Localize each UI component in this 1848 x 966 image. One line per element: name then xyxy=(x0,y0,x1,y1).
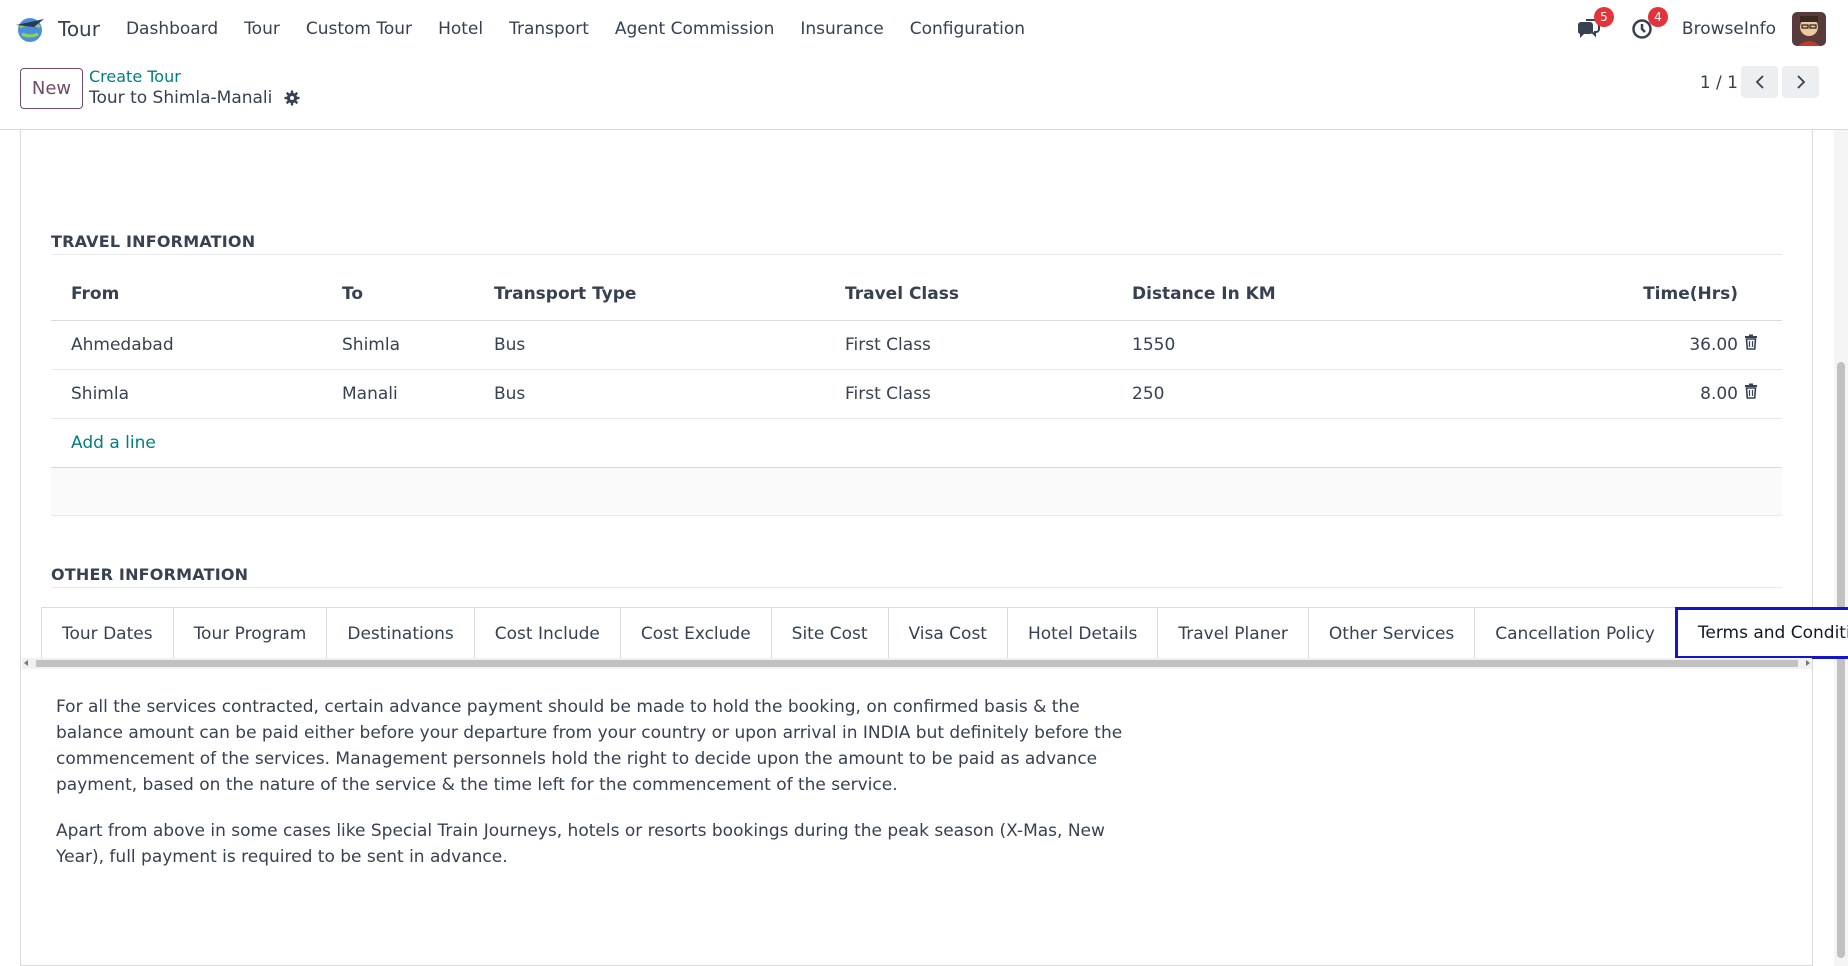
table-row[interactable]: Ahmedabad Shimla Bus First Class 1550 36… xyxy=(51,320,1782,370)
top-navbar: Tour Dashboard Tour Custom Tour Hotel Tr… xyxy=(0,0,1848,58)
menu-hotel[interactable]: Hotel xyxy=(438,19,483,39)
gear-icon[interactable] xyxy=(284,90,300,106)
new-button[interactable]: New xyxy=(20,68,83,109)
app-name[interactable]: Tour xyxy=(58,17,100,41)
scroll-left-arrow-icon[interactable] xyxy=(24,660,28,666)
cell-travel-class[interactable]: First Class xyxy=(825,369,1112,419)
activities-button[interactable]: 4 xyxy=(1628,7,1668,43)
menu-dashboard[interactable]: Dashboard xyxy=(126,19,218,39)
messages-badge: 5 xyxy=(1593,7,1614,27)
cell-from[interactable]: Shimla xyxy=(51,369,322,419)
trash-icon xyxy=(1745,334,1757,350)
cell-transport-type[interactable]: Bus xyxy=(474,320,825,370)
record-title: Tour to Shimla-Manali xyxy=(89,88,273,108)
notebook-tabs: Tour Dates Tour Program Destinations Cos… xyxy=(41,607,1848,659)
tab-tour-dates[interactable]: Tour Dates xyxy=(41,607,174,659)
company-switcher[interactable]: BrowseInfo xyxy=(1682,19,1776,39)
travel-lines-table: From To Transport Type Travel Class Dist… xyxy=(51,268,1782,516)
vertical-scrollbar-thumb[interactable] xyxy=(1837,362,1845,958)
terms-and-conditions-content[interactable]: For all the services contracted, certain… xyxy=(56,694,1136,890)
pager-previous-button[interactable] xyxy=(1741,66,1778,98)
tab-travel-planer[interactable]: Travel Planer xyxy=(1157,607,1309,659)
menu-configuration[interactable]: Configuration xyxy=(910,19,1025,39)
tab-visa-cost[interactable]: Visa Cost xyxy=(887,607,1008,659)
section-divider xyxy=(51,254,1782,255)
column-header-travel-class[interactable]: Travel Class xyxy=(825,268,1112,321)
menu-custom-tour[interactable]: Custom Tour xyxy=(306,19,412,39)
tab-other-services[interactable]: Other Services xyxy=(1307,607,1476,659)
tab-site-cost[interactable]: Site Cost xyxy=(770,607,889,659)
menu-tour[interactable]: Tour xyxy=(244,19,280,39)
cell-transport-type[interactable]: Bus xyxy=(474,369,825,419)
cell-to[interactable]: Manali xyxy=(322,369,474,419)
column-header-from[interactable]: From xyxy=(51,268,322,321)
column-header-actions xyxy=(1744,268,1782,321)
main-menu: Dashboard Tour Custom Tour Hotel Transpo… xyxy=(126,19,1051,39)
column-header-transport-type[interactable]: Transport Type xyxy=(474,268,825,321)
cell-distance[interactable]: 250 xyxy=(1112,369,1442,419)
other-information-title: OTHER INFORMATION xyxy=(51,565,249,584)
tab-cost-include[interactable]: Cost Include xyxy=(473,607,621,659)
table-header-row: From To Transport Type Travel Class Dist… xyxy=(51,268,1782,321)
cell-time[interactable]: 36.00 xyxy=(1442,320,1744,370)
column-header-to[interactable]: To xyxy=(322,268,474,321)
tab-destinations[interactable]: Destinations xyxy=(326,607,475,659)
pager-next-button[interactable] xyxy=(1782,66,1819,98)
tabs-horizontal-scrollbar[interactable] xyxy=(22,658,1812,669)
messages-button[interactable]: 5 xyxy=(1574,7,1614,43)
cell-to[interactable]: Shimla xyxy=(322,320,474,370)
menu-agent-commission[interactable]: Agent Commission xyxy=(615,19,774,39)
activities-badge: 4 xyxy=(1647,7,1668,27)
tab-hotel-details[interactable]: Hotel Details xyxy=(1006,607,1159,659)
tab-cost-exclude[interactable]: Cost Exclude xyxy=(619,607,772,659)
delete-row-button[interactable] xyxy=(1744,320,1782,370)
breadcrumb-parent[interactable]: Create Tour xyxy=(89,67,181,86)
empty-row xyxy=(51,467,1782,516)
tabs-scrollbar-thumb[interactable] xyxy=(36,660,1798,667)
tab-cancellation-policy[interactable]: Cancellation Policy xyxy=(1474,607,1676,659)
add-line-cell: Add a line xyxy=(51,418,1782,468)
cell-time[interactable]: 8.00 xyxy=(1442,369,1744,419)
trash-icon xyxy=(1745,383,1757,399)
pager-value[interactable]: 1 / 1 xyxy=(1700,73,1738,93)
section-divider xyxy=(51,587,1782,588)
chevron-right-icon xyxy=(1796,75,1805,89)
tab-terms-and-conditions[interactable]: Terms and Conditions xyxy=(1674,607,1848,659)
menu-insurance[interactable]: Insurance xyxy=(800,19,883,39)
add-line-row: Add a line xyxy=(51,418,1782,468)
menu-transport[interactable]: Transport xyxy=(509,19,589,39)
user-avatar[interactable] xyxy=(1792,12,1826,46)
tab-tour-program[interactable]: Tour Program xyxy=(172,607,328,659)
delete-row-button[interactable] xyxy=(1744,369,1782,419)
terms-paragraph: For all the services contracted, certain… xyxy=(56,697,1123,795)
tour-app-icon[interactable] xyxy=(14,13,46,45)
cell-travel-class[interactable]: First Class xyxy=(825,320,1112,370)
terms-paragraph: Apart from above in some cases like Spec… xyxy=(56,821,1105,867)
chevron-left-icon xyxy=(1755,75,1764,89)
column-header-time[interactable]: Time(Hrs) xyxy=(1442,268,1744,321)
breadcrumb-current: Tour to Shimla-Manali xyxy=(89,88,300,108)
empty-cell xyxy=(51,467,1782,516)
add-a-line-link[interactable]: Add a line xyxy=(71,433,156,453)
navbar-systray: 5 4 BrowseInfo xyxy=(1574,0,1826,58)
column-header-distance[interactable]: Distance In KM xyxy=(1112,268,1442,321)
cell-from[interactable]: Ahmedabad xyxy=(51,320,322,370)
travel-information-title: TRAVEL INFORMATION xyxy=(51,232,256,251)
control-panel: New Create Tour Tour to Shimla-Manali 1 … xyxy=(0,58,1848,130)
cell-distance[interactable]: 1550 xyxy=(1112,320,1442,370)
scroll-right-arrow-icon[interactable] xyxy=(1806,660,1810,666)
table-row[interactable]: Shimla Manali Bus First Class 250 8.00 xyxy=(51,369,1782,419)
